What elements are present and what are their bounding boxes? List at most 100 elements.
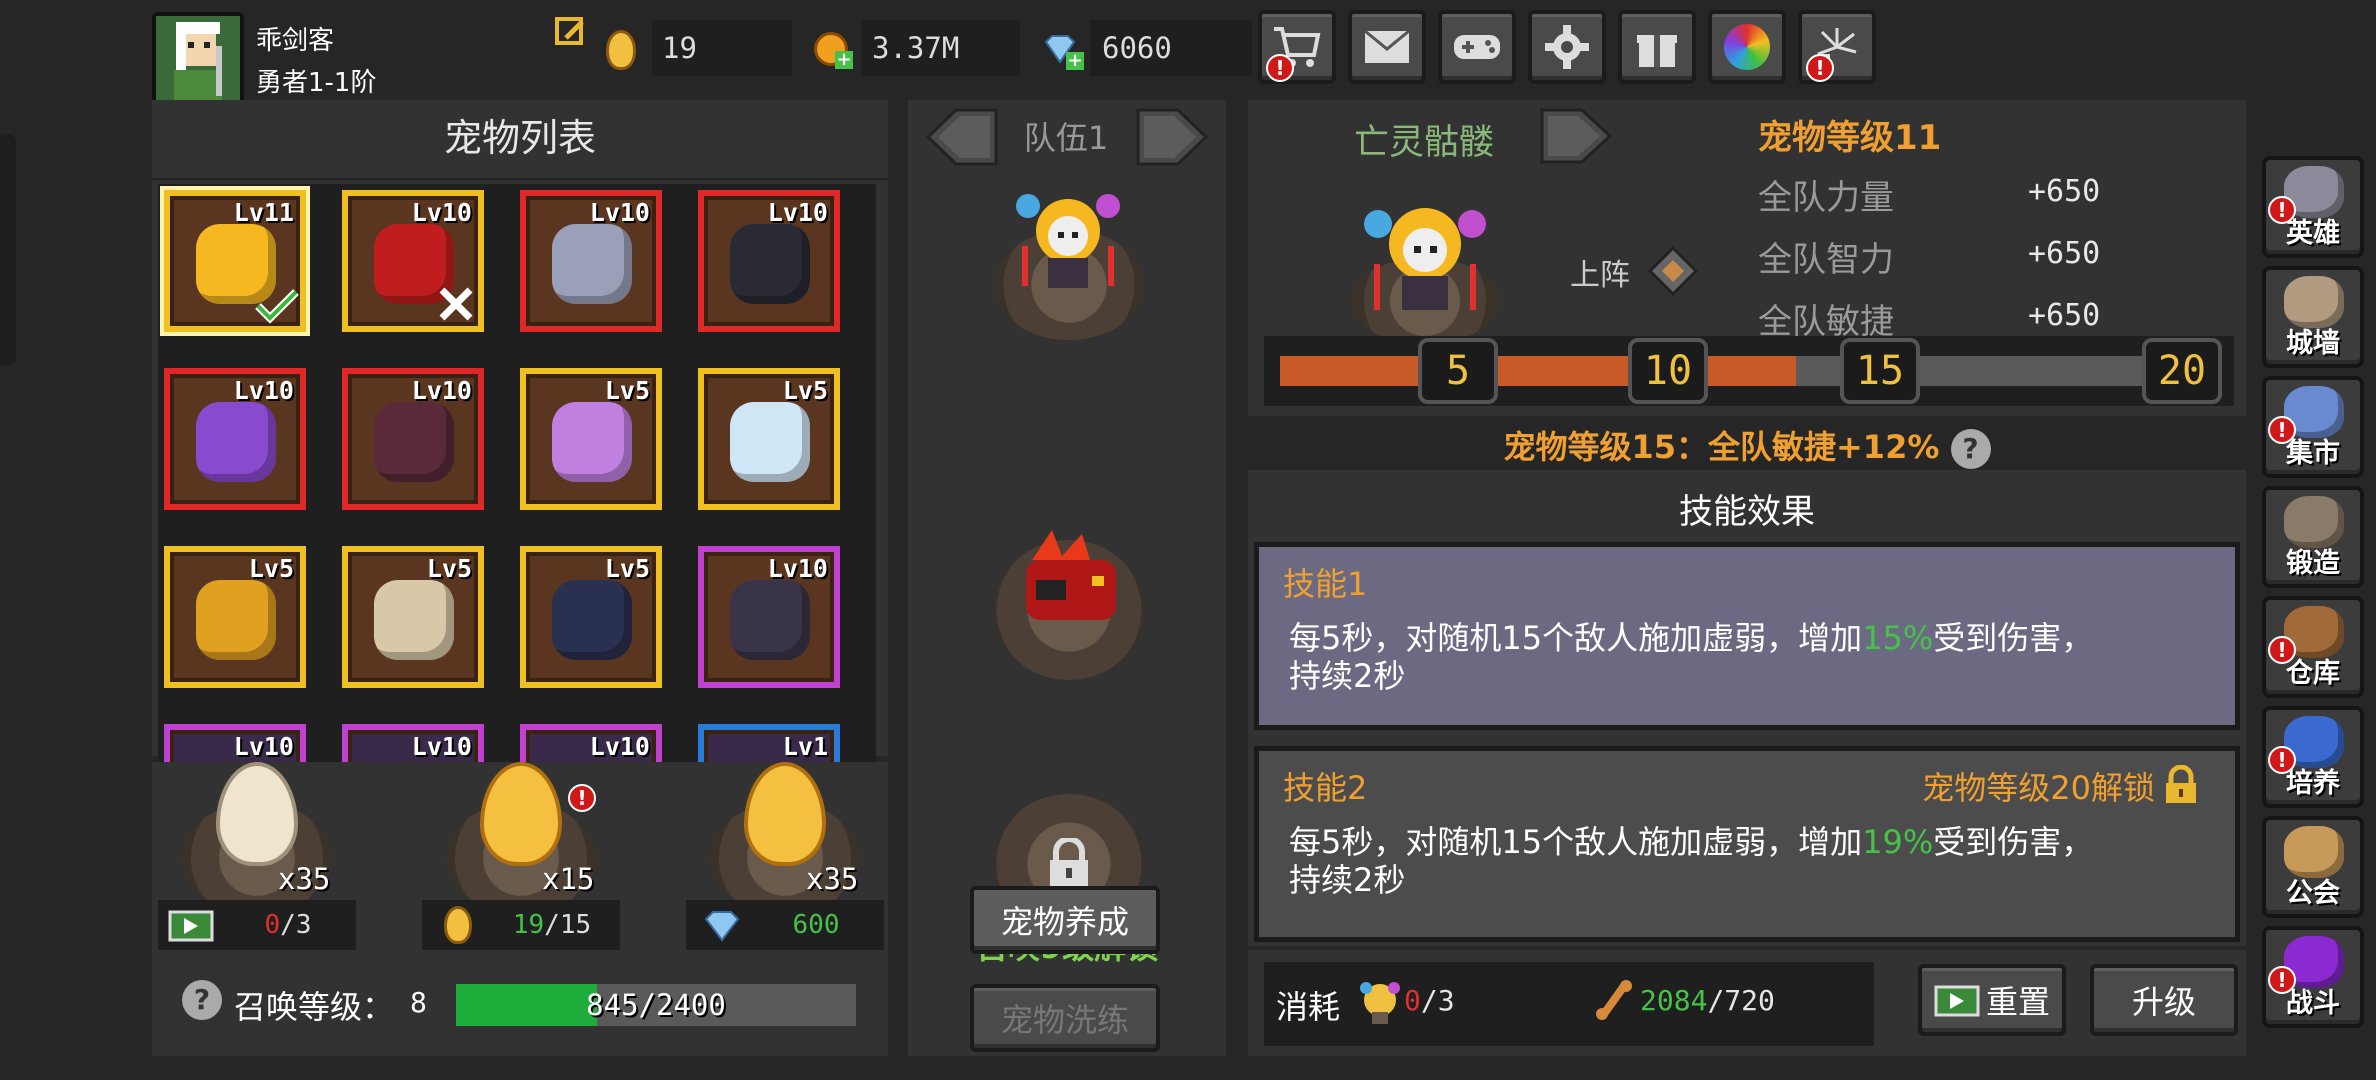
pet-train-button[interactable]: 宠物养成 (970, 886, 1160, 954)
next-bonus-text: 宠物等级15：全队敏捷+12% ? (1248, 422, 2246, 469)
cost-box: 消耗 0/3 2084/720 (1264, 962, 1874, 1046)
side-menu-item[interactable]: 城墙 (2262, 266, 2364, 368)
side-menu-label: 公会 (2286, 878, 2340, 909)
milestone-node: 5 (1418, 338, 1498, 404)
gold-egg-icon[interactable] (480, 762, 562, 866)
edge-tab (0, 134, 16, 366)
alert-badge: ! (2268, 966, 2296, 994)
pet-slot[interactable]: Lv10 (520, 190, 662, 332)
alert-badge: ! (1266, 54, 1294, 82)
pet-slot[interactable]: Lv10 (698, 546, 840, 688)
pet-level-label: Lv10 (589, 732, 650, 761)
color-wheel-button[interactable] (1708, 10, 1786, 84)
pet-slot[interactable]: Lv11 (164, 190, 306, 332)
edit-icon[interactable] (554, 16, 588, 50)
pet-slot[interactable]: Lv10 (342, 724, 484, 762)
gamepad-button[interactable] (1438, 10, 1516, 84)
pet-level-label: Lv10 (233, 732, 294, 761)
next-bonus-label: 宠物等级15：全队敏捷+12% (1503, 428, 1940, 466)
skill-card-1: 技能1 每5秒，对随机15个敌人施加虚弱，增加15%受到伤害， 持续2秒 (1254, 542, 2240, 730)
pet-reroll-button[interactable]: 宠物洗练 (970, 984, 1160, 1052)
skill-name: 技能1 (1283, 565, 1368, 603)
top-bar: 乖剑客 勇者1-1阶 19 + 3.37M + 6060 ! ! (0, 0, 2376, 104)
gold-egg-icon[interactable] (744, 762, 826, 866)
dark-bat-icon (552, 580, 632, 660)
pet-level-label: Lv10 (767, 198, 828, 227)
bone-icon (1594, 978, 1634, 1022)
summon-level-value: 8 (410, 986, 427, 1019)
currency-gold: + 3.37M (810, 20, 1020, 76)
gold-coin-plus-icon[interactable]: + (814, 32, 853, 69)
alert-badge: ! (568, 784, 596, 812)
skill-desc-text: 持续2秒 (1289, 657, 1406, 695)
white-egg-icon[interactable] (216, 762, 298, 866)
settings-button[interactable] (1528, 10, 1606, 84)
egg-cost-text: 600 (792, 910, 840, 940)
summon-progress-bar: 845/2400 (456, 984, 856, 1026)
scorpion-icon (552, 402, 632, 482)
deploy-toggle-icon[interactable] (1647, 245, 1699, 297)
side-menu-item[interactable]: 培养! (2262, 706, 2364, 808)
pet-level-label: Lv10 (411, 732, 472, 761)
pet-slot[interactable]: Lv10 (342, 368, 484, 510)
pet-list-panel: 宠物列表 Lv11 Lv10 Lv10 Lv10 Lv10 Lv10 Lv5 Lv5 Lv5 Lv… (152, 100, 888, 762)
ice-cat-icon (730, 402, 810, 482)
pet-slot[interactable]: Lv10 (342, 190, 484, 332)
upgrade-button[interactable]: 升级 (2090, 964, 2238, 1036)
pet-token-icon (1358, 976, 1402, 1026)
egg-cost-button[interactable]: 600 (686, 900, 884, 950)
skill-desc: 每5秒，对随机15个敌人施加虚弱，增加19%受到伤害， 持续2秒 (1289, 823, 2219, 899)
shop-button[interactable]: ! (1258, 10, 1336, 84)
alert-badge: ! (2268, 746, 2296, 774)
egg-cost-button[interactable]: 0/3 (158, 900, 356, 950)
team-next-arrow-icon[interactable] (1136, 104, 1209, 170)
side-menu-item[interactable]: 公会 (2262, 816, 2364, 918)
egg-cost-text: 0/3 (264, 910, 312, 940)
team-prev-arrow-icon[interactable] (925, 104, 998, 170)
pet-slot[interactable]: Lv5 (698, 368, 840, 510)
color-wheel-icon (1724, 24, 1770, 70)
help-icon[interactable]: ? (1950, 429, 1991, 469)
cost-bar: 消耗 0/3 2084/720 重置 升级 (1248, 950, 2246, 1056)
milestone-node: 10 (1628, 338, 1708, 404)
pet-level-label: Lv5 (604, 554, 650, 583)
deploy-label: 上阵 (1570, 258, 1630, 293)
pet-slot[interactable]: Lv10 (164, 724, 306, 762)
pet-slot[interactable]: Lv10 (164, 368, 306, 510)
pet-slot[interactable]: Lv10 (520, 724, 662, 762)
side-menu-item[interactable]: 英雄! (2262, 156, 2364, 258)
purple-unicorn-icon (196, 402, 276, 482)
pet-slot[interactable]: Lv10 (698, 190, 840, 332)
mail-button[interactable] (1348, 10, 1426, 84)
summon-help-icon[interactable]: ? (182, 980, 222, 1020)
team-title: 队伍1 (1023, 119, 1109, 157)
grim-reaper-icon (730, 224, 810, 304)
summon-level-label: 召唤等级： (234, 988, 395, 1026)
egg-cost-button[interactable]: 19/15 (422, 900, 620, 950)
pet-level-label: Lv5 (782, 376, 828, 405)
egg-cost-text: 19/15 (512, 910, 592, 940)
diamond-plus-icon[interactable]: + (1042, 34, 1084, 70)
currency-diamonds: + 6060 (1038, 20, 1252, 76)
pet-level-label: Lv5 (426, 554, 472, 583)
summon-progress-text: 845/2400 (586, 988, 726, 1022)
pet-slot[interactable]: Lv5 (164, 546, 306, 688)
pet-name: 亡灵骷髅 (1354, 123, 1495, 163)
pet-slot[interactable]: Lv1 (698, 724, 840, 762)
reset-button[interactable]: 重置 (1918, 964, 2066, 1036)
side-menu-item[interactable]: 集市! (2262, 376, 2364, 478)
side-menu-item[interactable]: 锻造 (2262, 486, 2364, 588)
pet-slot[interactable]: Lv5 (342, 546, 484, 688)
firework-button[interactable]: ! (1798, 10, 1876, 84)
side-menu-item[interactable]: 战斗! (2262, 926, 2364, 1028)
player-rank: 勇者1-1阶 (256, 68, 377, 98)
pet-slot[interactable]: Lv5 (520, 368, 662, 510)
pet-next-arrow-icon[interactable] (1540, 106, 1613, 166)
gray-bat-icon (552, 224, 632, 304)
pet-slot[interactable]: Lv5 (520, 546, 662, 688)
player-avatar[interactable] (152, 12, 244, 104)
pet-level-label: Lv1 (782, 732, 828, 761)
egg-count: x15 (542, 862, 595, 896)
side-menu-item[interactable]: 仓库! (2262, 596, 2364, 698)
gift-button[interactable] (1618, 10, 1696, 84)
